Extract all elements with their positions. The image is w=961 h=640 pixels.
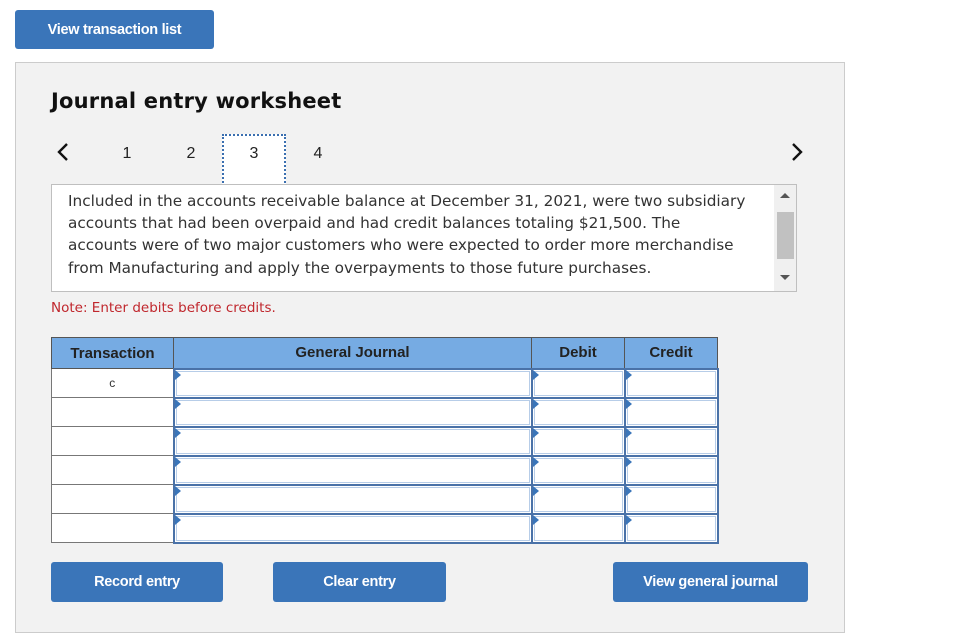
account-input[interactable] (174, 456, 531, 484)
prev-button[interactable] (53, 139, 73, 165)
debit-input-cell[interactable] (530, 425, 626, 457)
credit-input[interactable] (625, 456, 717, 484)
tab-label: 4 (313, 145, 323, 162)
debit-input-cell[interactable] (530, 512, 626, 544)
credit-input-cell[interactable] (623, 367, 719, 399)
credit-input[interactable] (625, 398, 717, 426)
journal-entry-table: Transaction General Journal Debit Credit… (51, 337, 719, 544)
account-input-cell[interactable] (172, 425, 533, 457)
chevron-right-icon (792, 143, 803, 161)
transaction-cell (51, 455, 174, 485)
debit-input[interactable] (532, 514, 624, 542)
credit-input-cell[interactable] (623, 483, 719, 515)
header-transaction: Transaction (51, 337, 174, 369)
credit-input[interactable] (625, 485, 717, 513)
table-row (51, 454, 719, 486)
account-input[interactable] (174, 369, 531, 397)
credit-input-cell[interactable] (623, 454, 719, 486)
account-input[interactable] (174, 485, 531, 513)
account-input-cell[interactable] (172, 367, 533, 399)
table-row (51, 425, 719, 457)
record-entry-button[interactable]: Record entry (51, 562, 223, 602)
view-transaction-list-button[interactable]: View transaction list (15, 10, 214, 49)
credit-input[interactable] (625, 427, 717, 455)
tab-1[interactable]: 1 (95, 134, 159, 186)
debit-input-cell[interactable] (530, 454, 626, 486)
transaction-cell (51, 426, 174, 456)
transaction-cell (51, 397, 174, 427)
debit-input[interactable] (532, 427, 624, 455)
scroll-thumb[interactable] (777, 212, 794, 259)
credit-input-cell[interactable] (623, 512, 719, 544)
page-title: Journal entry worksheet (51, 89, 342, 113)
account-input[interactable] (174, 514, 531, 542)
debit-input[interactable] (532, 369, 624, 397)
debit-input-cell[interactable] (530, 483, 626, 515)
debit-input[interactable] (532, 398, 624, 426)
account-input-cell[interactable] (172, 512, 533, 544)
tab-label: 3 (249, 145, 259, 162)
tab-label: 2 (186, 145, 196, 162)
debit-input-cell[interactable] (530, 367, 626, 399)
transaction-cell (51, 484, 174, 514)
debit-input[interactable] (532, 456, 624, 484)
view-general-journal-button[interactable]: View general journal (613, 562, 808, 602)
clear-entry-button[interactable]: Clear entry (273, 562, 446, 602)
header-credit: Credit (624, 337, 718, 369)
account-input-cell[interactable] (172, 454, 533, 486)
credit-input[interactable] (625, 369, 717, 397)
debit-input[interactable] (532, 485, 624, 513)
tab-4[interactable]: 4 (286, 134, 350, 186)
next-button[interactable] (787, 139, 807, 165)
credit-input-cell[interactable] (623, 396, 719, 428)
tab-label: 1 (122, 145, 132, 162)
scroll-down-arrow-icon[interactable] (780, 275, 790, 280)
header-general-journal: General Journal (173, 337, 532, 369)
transaction-description: Included in the accounts receivable bala… (68, 192, 746, 277)
account-input[interactable] (174, 427, 531, 455)
transaction-description-box[interactable]: Included in the accounts receivable bala… (51, 184, 797, 292)
journal-entry-worksheet-panel: Journal entry worksheet 1 2 3 4 Included… (15, 62, 845, 633)
account-input-cell[interactable] (172, 483, 533, 515)
table-row: c (51, 367, 719, 399)
scroll-up-arrow-icon[interactable] (780, 193, 790, 198)
account-input[interactable] (174, 398, 531, 426)
table-row (51, 512, 719, 544)
transaction-cell (51, 513, 174, 543)
table-row (51, 483, 719, 515)
transaction-cell: c (51, 368, 174, 398)
tab-3[interactable]: 3 (222, 134, 286, 186)
credit-input-cell[interactable] (623, 425, 719, 457)
tab-2[interactable]: 2 (159, 134, 223, 186)
header-debit: Debit (531, 337, 625, 369)
scrollbar[interactable] (774, 185, 796, 291)
chevron-left-icon (57, 143, 68, 161)
debit-input-cell[interactable] (530, 396, 626, 428)
account-input-cell[interactable] (172, 396, 533, 428)
table-row (51, 396, 719, 428)
instruction-note: Note: Enter debits before credits. (51, 300, 276, 316)
credit-input[interactable] (625, 514, 717, 542)
